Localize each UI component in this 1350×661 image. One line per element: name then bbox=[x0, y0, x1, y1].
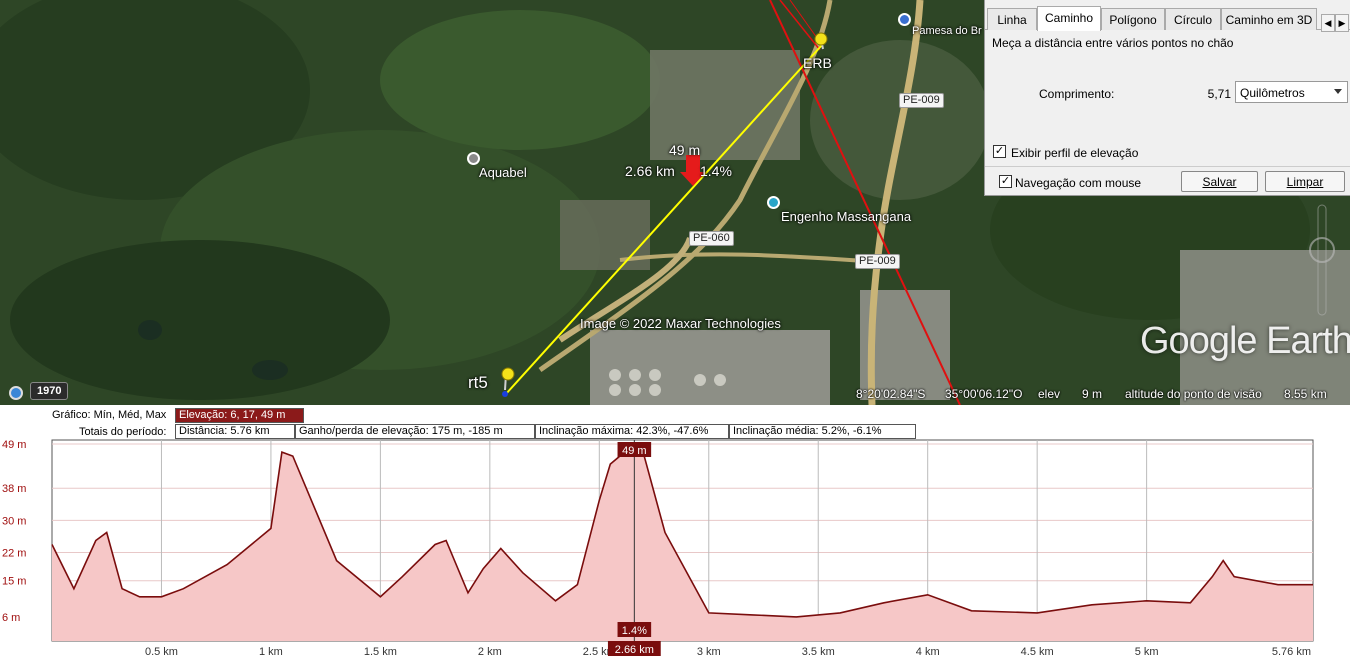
elevation-profile-panel[interactable]: Gráfico: Mín, Méd, Max Elevação: 6, 17, … bbox=[0, 405, 1350, 661]
status-elev-value: 9 m bbox=[1082, 387, 1103, 401]
status-eye-label: altitude do ponto de visão bbox=[1125, 387, 1262, 401]
mouse-navigation-label[interactable]: Navegação com mouse bbox=[1015, 176, 1141, 190]
y-tick-label: 38 m bbox=[2, 483, 26, 495]
x-tick-label: 2 km bbox=[478, 646, 502, 658]
tab-caminho[interactable]: Caminho bbox=[1037, 6, 1101, 31]
x-tick-label: 4.5 km bbox=[1021, 646, 1054, 658]
pamesa-label[interactable]: Pamesa do Br bbox=[912, 25, 982, 37]
y-tick-label: 6 m bbox=[2, 612, 20, 624]
show-elevation-label[interactable]: Exibir perfil de elevação bbox=[1011, 146, 1138, 160]
tab-circulo[interactable]: Círculo bbox=[1165, 8, 1221, 30]
mouse-navigation-checkbox[interactable]: ✓ bbox=[999, 175, 1012, 188]
marker-distance: 2.66 km bbox=[625, 163, 675, 179]
dialog-divider bbox=[985, 166, 1350, 167]
cursor-distance-label: 2.66 km bbox=[615, 644, 654, 656]
unit-select[interactable]: Quilômetros bbox=[1235, 81, 1348, 103]
x-tick-label: 1 km bbox=[259, 646, 283, 658]
x-tick-label: 0.5 km bbox=[145, 646, 178, 658]
marker-elevation: 49 m bbox=[669, 142, 701, 158]
cursor-slope-label: 1.4% bbox=[622, 625, 647, 637]
aquabel-place-icon[interactable] bbox=[467, 152, 480, 165]
x-tick-label: 4 km bbox=[916, 646, 940, 658]
erb-label[interactable]: ERB bbox=[803, 55, 832, 71]
show-elevation-checkbox[interactable]: ✓ bbox=[993, 145, 1006, 158]
y-tick-label: 30 m bbox=[2, 515, 26, 527]
engenho-place-icon[interactable] bbox=[767, 196, 780, 209]
x-tick-label: 5 km bbox=[1135, 646, 1159, 658]
ruler-description: Meça a distância entre vários pontos no … bbox=[992, 36, 1234, 50]
unit-select-value: Quilômetros bbox=[1240, 86, 1305, 100]
status-latitude: 8°20'02.84"S bbox=[856, 387, 926, 401]
google-earth-logo: Google Earth bbox=[1140, 320, 1350, 362]
tab-scroll-left-icon[interactable]: ◀ bbox=[1321, 14, 1335, 32]
tab-linha[interactable]: Linha bbox=[987, 8, 1037, 30]
chevron-down-icon bbox=[1334, 89, 1342, 94]
y-tick-label: 49 m bbox=[2, 439, 26, 451]
tab-caminho-3d[interactable]: Caminho em 3D bbox=[1221, 8, 1317, 30]
tab-scroll-right-icon[interactable]: ▶ bbox=[1335, 14, 1349, 32]
road-pe009-top: PE-009 bbox=[899, 93, 944, 108]
y-tick-label: 22 m bbox=[2, 548, 26, 560]
length-value: 5,71 bbox=[1207, 87, 1231, 101]
length-label: Comprimento: bbox=[1039, 87, 1115, 101]
cursor-elevation-label: 49 m bbox=[622, 445, 646, 457]
ruler-dialog: Linha Caminho Polígono Círculo Caminho e… bbox=[984, 0, 1350, 196]
status-eye-value: 8.55 km bbox=[1284, 387, 1327, 401]
elevation-chart[interactable]: 49 m 38 m 30 m 22 m 15 m 6 m 0.5 km 1 km 1.5 km… bbox=[0, 405, 1350, 661]
marker-slope: 1.4% bbox=[700, 163, 732, 179]
aquabel-label[interactable]: Aquabel bbox=[479, 165, 527, 180]
clear-button[interactable]: Limpar bbox=[1265, 171, 1345, 192]
pamesa-place-icon[interactable] bbox=[898, 13, 911, 26]
x-tick-label: 3.5 km bbox=[802, 646, 835, 658]
status-bar: 8°20'02.84"S 35°00'06.12"O elev 9 m alti… bbox=[0, 384, 1350, 405]
x-tick-label: 3 km bbox=[697, 646, 721, 658]
road-pe060: PE-060 bbox=[689, 231, 734, 246]
x-tick-label: 1.5 km bbox=[364, 646, 397, 658]
save-button[interactable]: Salvar bbox=[1181, 171, 1258, 192]
road-pe009-mid: PE-009 bbox=[855, 254, 900, 269]
ruler-tabs: Linha Caminho Polígono Círculo Caminho e… bbox=[985, 6, 1350, 32]
status-longitude: 35°00'06.12"O bbox=[945, 387, 1023, 401]
engenho-label[interactable]: Engenho Massangana bbox=[781, 209, 911, 224]
x-tick-label: 5.76 km bbox=[1272, 646, 1311, 658]
status-elev-label: elev bbox=[1038, 387, 1061, 401]
tab-poligono[interactable]: Polígono bbox=[1101, 8, 1165, 30]
y-tick-label: 15 m bbox=[2, 576, 26, 588]
imagery-copyright: Image © 2022 Maxar Technologies bbox=[580, 316, 781, 331]
